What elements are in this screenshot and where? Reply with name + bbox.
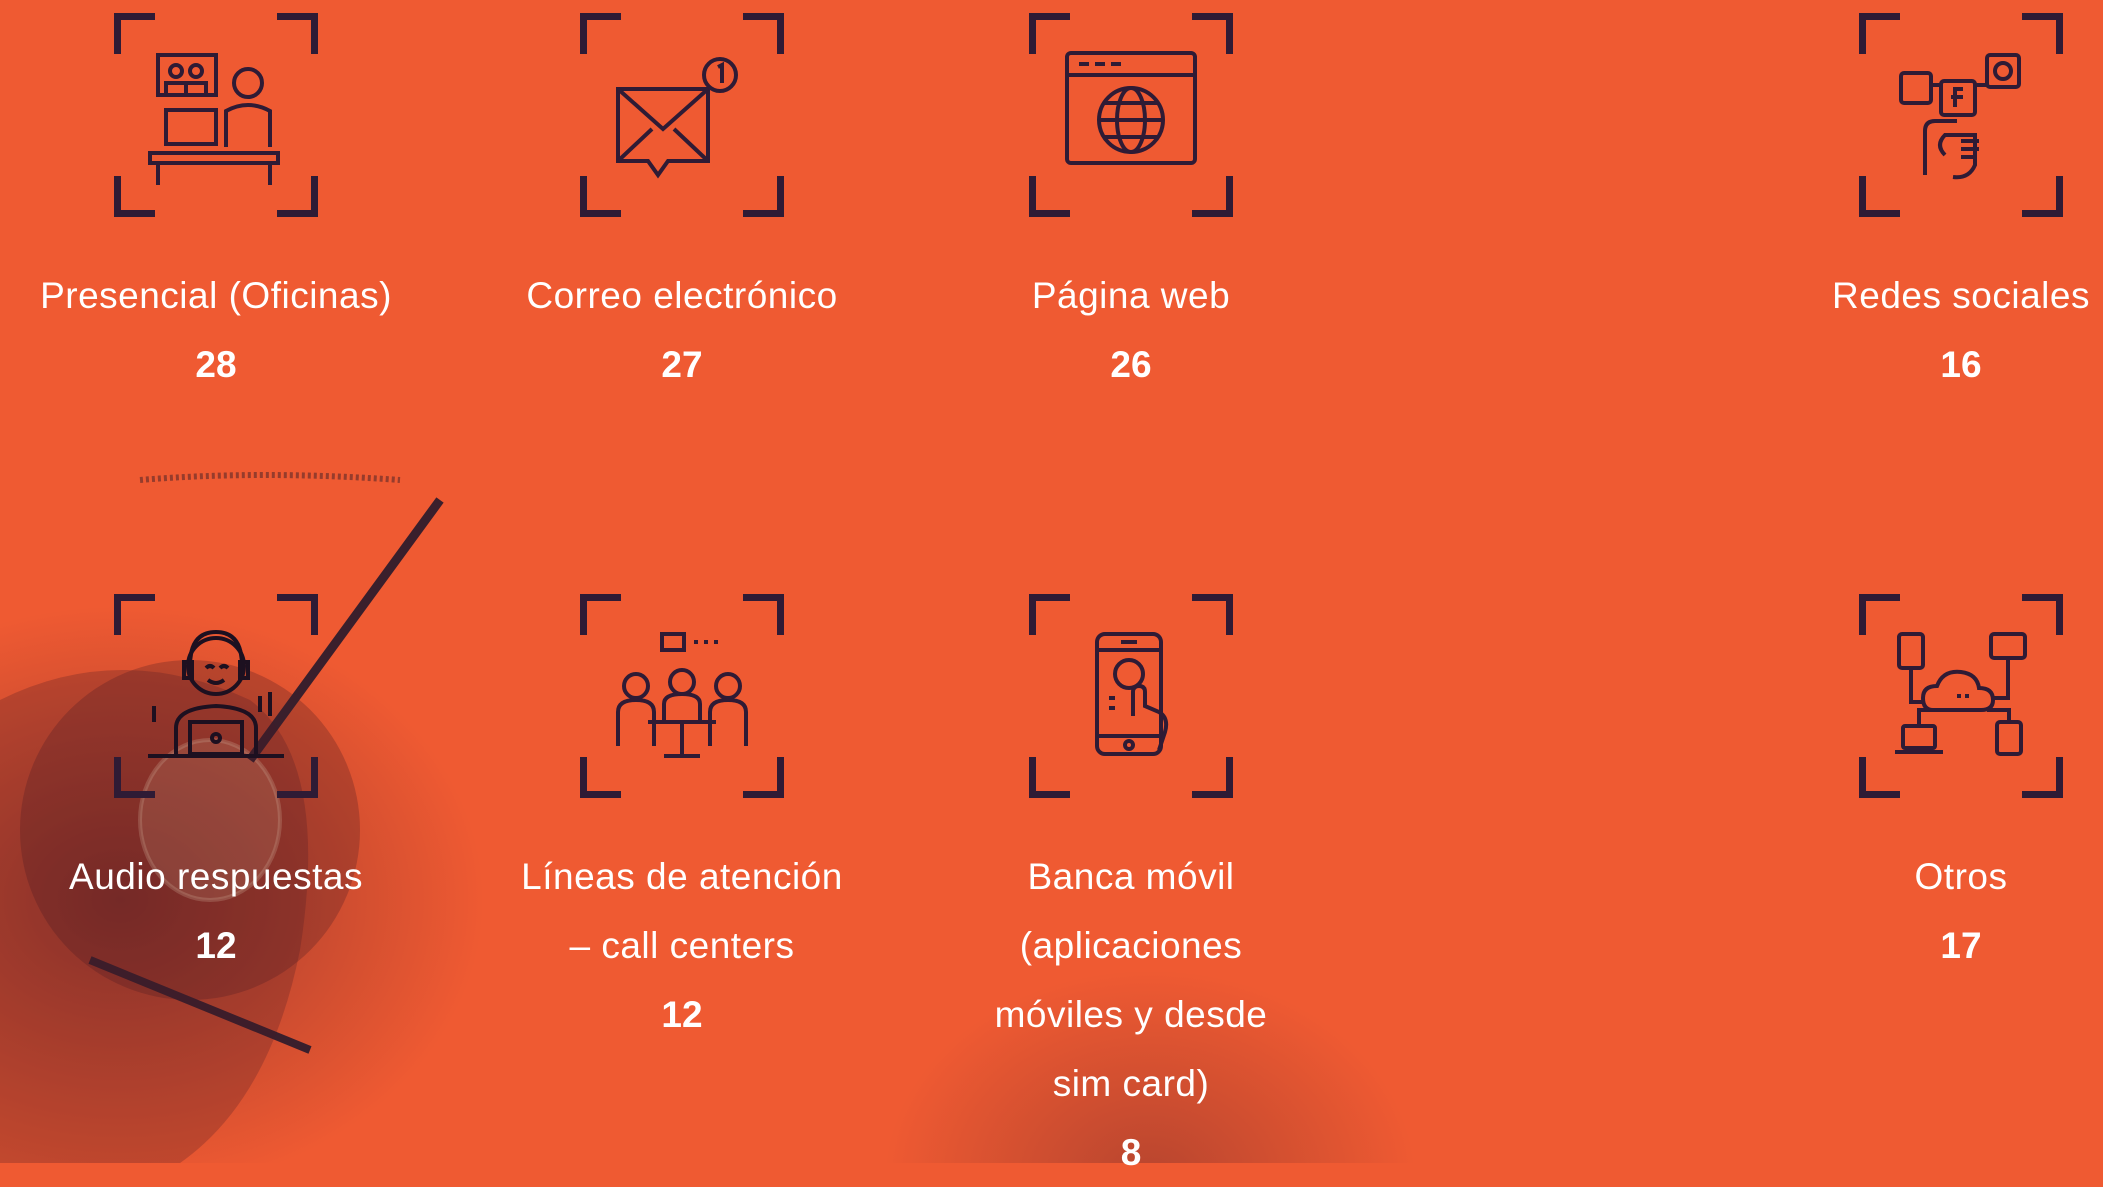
icon-frame [1029,13,1233,217]
channel-label: Redes sociales [1832,275,2090,316]
icon-frame [1859,13,2063,217]
channel-card-pagina-web: Página web 26 [921,13,1341,399]
channel-card-redes-sociales: Redes sociales 16 [1751,13,2103,399]
channel-card-correo: Correo electrónico 27 [472,13,892,399]
channel-value: 28 [195,344,237,385]
icon-frame [1859,594,2063,798]
web-page-globe-icon [1061,45,1201,185]
icon-frame [1029,594,1233,798]
meeting-team-icon [612,626,752,766]
channel-value: 17 [1940,925,1982,966]
icon-frame [114,13,318,217]
icon-frame [580,594,784,798]
channel-value: 12 [661,994,703,1035]
channel-label: Presencial (Oficinas) [40,275,392,316]
channel-label: Correo electrónico [526,275,838,316]
channel-value: 27 [661,344,703,385]
channel-label: Página web [1031,275,1231,316]
channel-label: Líneas de atención – call centers [521,856,843,966]
channel-label: Audio respuestas [69,856,363,897]
icon-frame [580,13,784,217]
channel-value: 16 [1940,344,1982,385]
channel-label: Otros [1914,856,2008,897]
cloud-network-icon [1891,626,2031,766]
channel-card-presencial: Presencial (Oficinas) 28 [6,13,426,399]
mobile-phone-icon [1061,626,1201,766]
email-notification-icon [612,45,752,185]
channel-card-lineas-atencion: Líneas de atención – call centers 12 [472,594,892,1049]
channel-value: 26 [1110,344,1152,385]
social-media-icon [1891,45,2031,185]
channel-value: 12 [195,925,237,966]
icon-frame [114,594,318,798]
channel-card-audio-respuestas: Audio respuestas 12 [6,594,426,980]
channel-label: Banca móvil (aplicaciones móviles y desd… [994,856,1268,1104]
channel-card-banca-movil: Banca móvil (aplicaciones móviles y desd… [921,594,1341,1187]
call-operator-icon [146,626,286,766]
channel-card-otros: Otros 17 [1751,594,2103,980]
channel-value: 8 [1120,1132,1142,1173]
office-desk-icon [146,45,286,189]
